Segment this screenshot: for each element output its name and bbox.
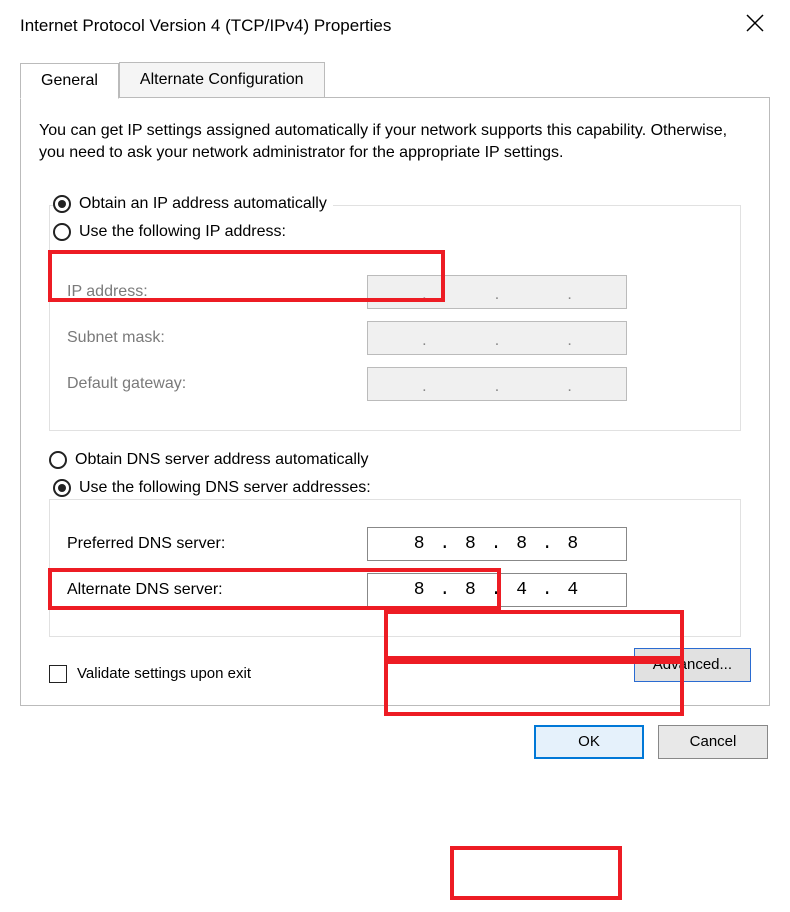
default-gateway-label: Default gateway: <box>67 375 367 393</box>
cancel-button[interactable]: Cancel <box>658 725 768 759</box>
ip-address-input: ... <box>367 275 627 309</box>
alternate-dns-input[interactable] <box>367 573 627 607</box>
alternate-dns-label: Alternate DNS server: <box>67 581 367 599</box>
radio-ip-manual-label: Use the following IP address: <box>79 223 286 241</box>
radio-dns-auto-label: Obtain DNS server address automatically <box>75 451 368 469</box>
radio-dns-manual-label: Use the following DNS server addresses: <box>79 479 371 497</box>
preferred-dns-input[interactable] <box>367 527 627 561</box>
subnet-mask-input: ... <box>367 321 627 355</box>
preferred-dns-label: Preferred DNS server: <box>67 535 367 553</box>
description-text: You can get IP settings assigned automat… <box>39 120 751 165</box>
radio-ip-auto[interactable] <box>53 195 71 213</box>
default-gateway-input: ... <box>367 367 627 401</box>
validate-label: Validate settings upon exit <box>77 665 251 682</box>
advanced-button[interactable]: Advanced... <box>634 648 751 682</box>
highlight-box <box>450 846 622 900</box>
radio-dns-manual[interactable] <box>53 479 71 497</box>
tab-general[interactable]: General <box>20 63 119 99</box>
radio-ip-auto-label: Obtain an IP address automatically <box>79 195 327 213</box>
ip-address-label: IP address: <box>67 283 367 301</box>
radio-ip-manual[interactable] <box>53 223 71 241</box>
close-icon[interactable] <box>738 10 772 42</box>
subnet-mask-label: Subnet mask: <box>67 329 367 347</box>
window-title: Internet Protocol Version 4 (TCP/IPv4) P… <box>20 16 391 36</box>
validate-checkbox[interactable] <box>49 665 67 683</box>
radio-dns-auto[interactable] <box>49 451 67 469</box>
tab-alternate[interactable]: Alternate Configuration <box>119 62 325 98</box>
ok-button[interactable]: OK <box>534 725 644 759</box>
tab-panel-general: You can get IP settings assigned automat… <box>20 97 770 706</box>
